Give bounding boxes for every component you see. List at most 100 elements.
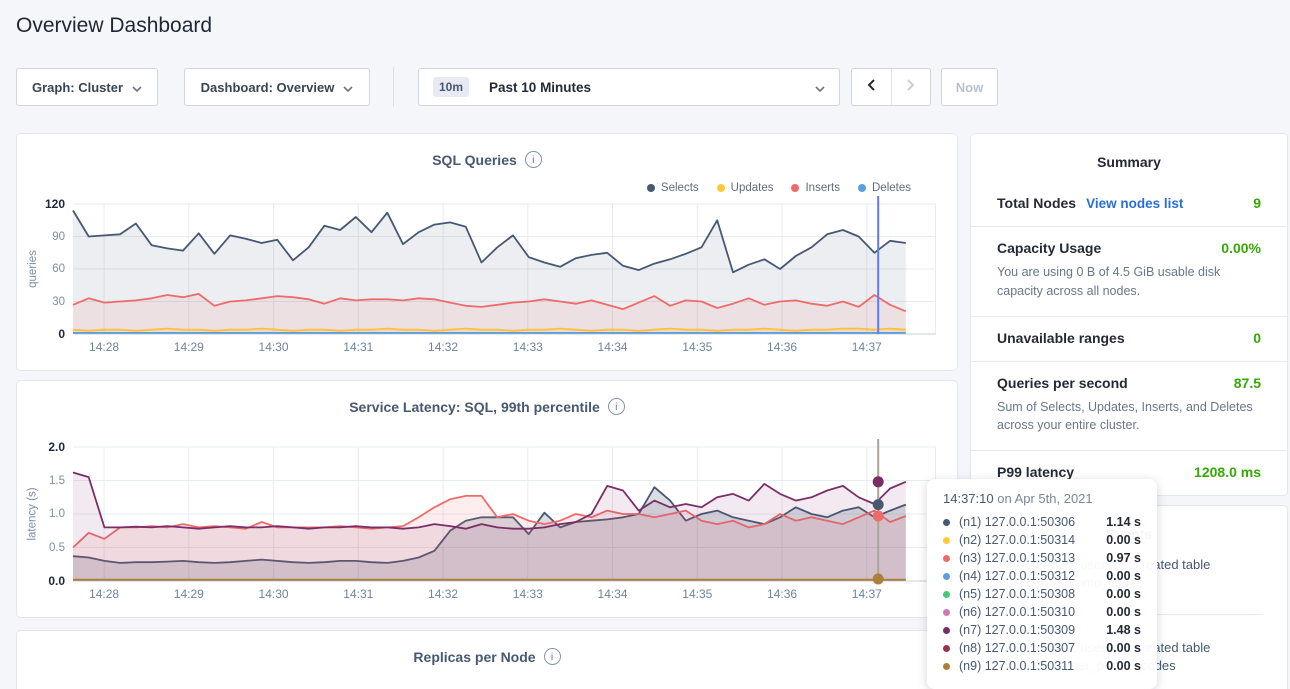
y-axis-ticks: 1209060300 <box>17 204 65 334</box>
tooltip-node-label: (n8) 127.0.0.1:50307 <box>959 641 1075 655</box>
tooltip-node-label: (n7) 127.0.0.1:50309 <box>959 623 1075 637</box>
x-axis-label: 14:31 <box>343 340 373 354</box>
x-axis-label: 14:28 <box>89 587 119 601</box>
tooltip-row: (n9) 127.0.0.1:503110.00 s <box>943 657 1141 675</box>
tooltip-node-value: 0.00 s <box>1106 605 1141 619</box>
tooltip-node-value: 0.97 s <box>1106 551 1141 565</box>
tooltip-row: (n4) 127.0.0.1:503120.00 s <box>943 567 1141 585</box>
dashboard-selector-dropdown[interactable]: Dashboard: Overview <box>184 68 370 106</box>
queries-per-second-description: Sum of Selects, Updates, Inserts, and De… <box>997 398 1261 436</box>
y-axis-ticks: 2.01.51.00.50.0 <box>17 447 65 581</box>
graph-selector-dropdown[interactable]: Graph: Cluster <box>16 68 158 106</box>
total-nodes-label: Total Nodes <box>997 195 1076 211</box>
legend-dot-icon <box>717 184 725 192</box>
y-tick-label: 2.0 <box>48 440 65 454</box>
x-axis-label: 14:34 <box>598 340 628 354</box>
toolbar-divider <box>393 67 394 107</box>
y-tick-label: 0.0 <box>48 574 65 588</box>
x-axis-label: 14:36 <box>767 340 797 354</box>
time-range-dropdown[interactable]: 10m Past 10 Minutes <box>418 68 840 106</box>
tooltip-node-label: (n1) 127.0.0.1:50306 <box>959 515 1075 529</box>
series-dot-icon <box>943 573 950 580</box>
tooltip-node-label: (n3) 127.0.0.1:50313 <box>959 551 1075 565</box>
x-axis-label: 14:30 <box>259 587 289 601</box>
p99-latency-value: 1208.0 ms <box>1194 464 1261 480</box>
total-nodes-value: 9 <box>1253 195 1261 211</box>
x-axis-label: 14:35 <box>682 340 712 354</box>
tooltip-node-label: (n4) 127.0.0.1:50312 <box>959 569 1075 583</box>
tooltip-node-value: 1.48 s <box>1106 623 1141 637</box>
x-axis-label: 14:29 <box>174 340 204 354</box>
service-latency-card: Service Latency: SQL, 99th percentile i … <box>16 380 958 618</box>
sql-queries-chart-title: SQL Queries <box>432 152 517 168</box>
tooltip-node-value: 0.00 s <box>1106 533 1141 547</box>
series-dot-icon <box>943 663 950 670</box>
view-nodes-list-link[interactable]: View nodes list <box>1086 196 1183 211</box>
legend-item-deletes: Deletes <box>858 182 911 194</box>
dashboard-selector-label: Dashboard: Overview <box>201 80 335 95</box>
unavailable-ranges-label: Unavailable ranges <box>997 330 1125 346</box>
y-tick-label: 1.5 <box>49 475 65 487</box>
time-step-forward-button[interactable] <box>892 69 931 105</box>
legend-label: Deletes <box>872 182 911 194</box>
summary-row-total-nodes: Total Nodes View nodes list 9 <box>971 182 1287 226</box>
x-axis-label: 14:32 <box>428 340 458 354</box>
now-button[interactable]: Now <box>941 68 998 106</box>
chevron-right-icon <box>906 78 915 97</box>
tooltip-node-label: (n9) 127.0.0.1:50311 <box>959 659 1074 673</box>
queries-per-second-value: 87.5 <box>1234 375 1261 391</box>
replicas-per-node-card: Replicas per Node i <box>16 630 958 689</box>
tooltip-row: (n8) 127.0.0.1:503070.00 s <box>943 639 1141 657</box>
graph-selector-label: Graph: Cluster <box>32 80 123 95</box>
chart-hover-tooltip: 14:37:10 on Apr 5th, 2021 (n1) 127.0.0.1… <box>927 479 1157 689</box>
x-axis-label: 14:35 <box>682 587 712 601</box>
legend-dot-icon <box>791 184 799 192</box>
x-axis-label: 14:33 <box>513 340 543 354</box>
tooltip-node-value: 1.14 s <box>1106 515 1141 529</box>
summary-panel: Summary Total Nodes View nodes list 9 Ca… <box>970 133 1288 496</box>
summary-title: Summary <box>971 134 1287 170</box>
x-axis-label: 14:34 <box>598 587 628 601</box>
legend-item-selects: Selects <box>647 182 699 194</box>
legend-item-inserts: Inserts <box>791 182 840 194</box>
legend-label: Inserts <box>805 182 840 194</box>
time-range-label: Past 10 Minutes <box>489 80 591 95</box>
summary-row-capacity-usage: Capacity Usage 0.00% You are using 0 B o… <box>971 226 1287 316</box>
summary-row-unavailable-ranges: Unavailable ranges 0 <box>971 316 1287 361</box>
series-dot-icon <box>943 537 950 544</box>
service-latency-chart-title: Service Latency: SQL, 99th percentile <box>349 399 600 415</box>
summary-row-queries-per-second: Queries per second 87.5 Sum of Selects, … <box>971 361 1287 451</box>
series-dot-icon <box>943 591 950 598</box>
sql-queries-plot[interactable] <box>73 204 936 334</box>
info-icon[interactable]: i <box>544 648 561 665</box>
x-axis-label: 14:32 <box>428 587 458 601</box>
x-axis-label: 14:30 <box>259 340 289 354</box>
legend-item-updates: Updates <box>717 182 774 194</box>
tooltip-row: (n1) 127.0.0.1:50306 1.14 s <box>943 513 1141 531</box>
unavailable-ranges-value: 0 <box>1253 330 1261 346</box>
tooltip-row: (n3) 127.0.0.1:50313 0.97 s <box>943 549 1141 567</box>
series-dot-icon <box>943 627 950 634</box>
tooltip-timestamp: 14:37:10 on Apr 5th, 2021 <box>943 491 1141 506</box>
series-dot-icon <box>943 609 950 616</box>
info-icon[interactable]: i <box>525 151 542 168</box>
capacity-usage-value: 0.00% <box>1221 240 1261 256</box>
y-tick-label: 90 <box>52 231 65 243</box>
x-axis-label: 14:37 <box>852 340 882 354</box>
legend-dot-icon <box>647 184 655 192</box>
legend-label: Selects <box>661 182 699 194</box>
y-tick-label: 0.5 <box>49 542 65 554</box>
y-tick-label: 0 <box>58 327 65 341</box>
tooltip-row: (n7) 127.0.0.1:50309 1.48 s <box>943 621 1141 639</box>
tooltip-node-value: 0.00 s <box>1106 587 1141 601</box>
info-icon[interactable]: i <box>608 398 625 415</box>
legend-label: Updates <box>731 182 774 194</box>
x-axis-label: 14:31 <box>343 587 373 601</box>
service-latency-plot[interactable] <box>73 447 936 581</box>
y-tick-label: 30 <box>52 296 65 308</box>
time-step-buttons <box>851 68 931 106</box>
x-axis-label: 14:28 <box>89 340 119 354</box>
time-step-back-button[interactable] <box>852 69 892 105</box>
chevron-down-icon <box>132 80 142 95</box>
time-range-badge: 10m <box>433 77 469 97</box>
